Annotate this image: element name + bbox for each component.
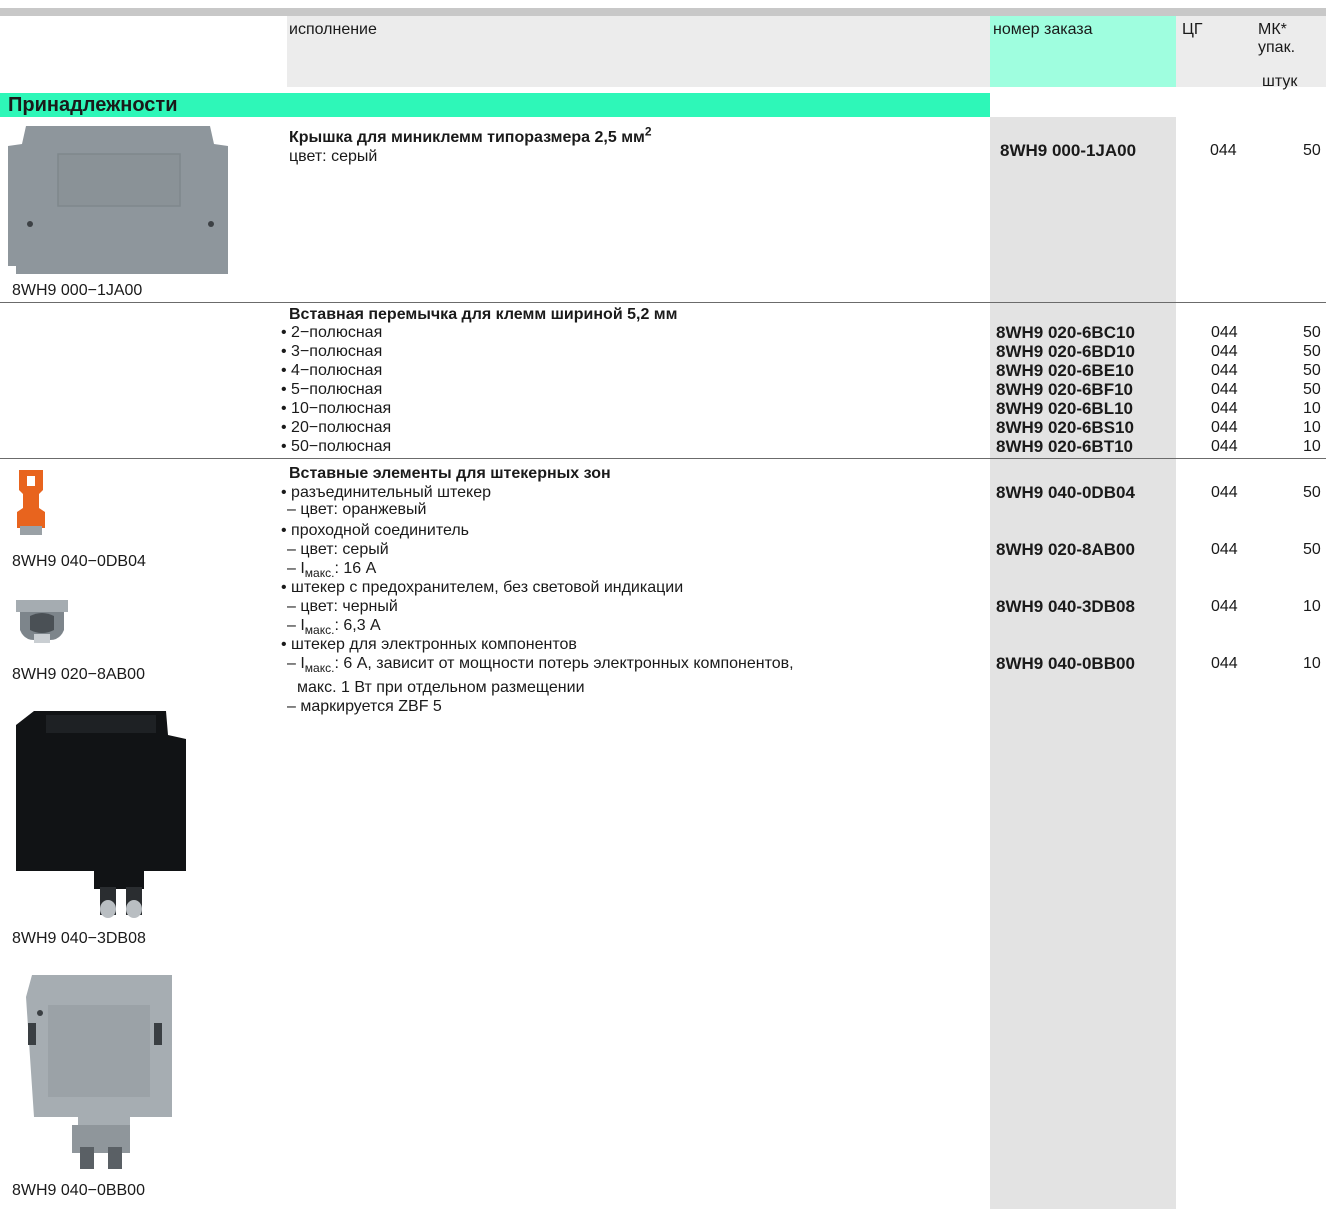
inserts-line-part: – I	[287, 655, 305, 672]
inserts-cg: 044	[1211, 598, 1238, 615]
jumper-row-label: • 4−полюсная	[281, 362, 383, 379]
inserts-cg: 044	[1211, 484, 1238, 501]
inserts-line: • проходной соединитель	[281, 522, 470, 539]
section-title: Принадлежности	[8, 94, 178, 116]
inserts-line-sub: макс.	[304, 661, 335, 676]
inserts-order-number: 8WH9 020-8AB00	[996, 540, 1135, 559]
jumper-order-number: 8WH9 020-6BS10	[996, 418, 1134, 437]
header-cg: ЦГ	[1182, 21, 1203, 38]
inserts-line: • разъединительный штекер	[281, 484, 492, 501]
disconnect-plug-image	[14, 468, 48, 536]
top-rule	[0, 8, 1326, 16]
inserts-order-number: 8WH9 040-3DB08	[996, 597, 1135, 616]
section-band: Принадлежности	[0, 93, 990, 117]
jumper-cg: 044	[1211, 324, 1238, 341]
header-mk-line2: упак.	[1258, 39, 1296, 56]
jumper-order-number: 8WH9 020-6BD10	[996, 342, 1135, 361]
row-separator	[0, 302, 1326, 303]
cover-image-caption: 8WH9 000−1JA00	[12, 282, 143, 299]
jumper-cg: 044	[1211, 381, 1238, 398]
through-connector-caption: 8WH9 020−8AB00	[12, 666, 145, 683]
jumper-mk: 50	[1303, 362, 1321, 379]
jumper-order-number: 8WH9 020-6BF10	[996, 380, 1134, 399]
jumper-cg: 044	[1211, 362, 1238, 379]
inserts-line-part: : 16 А	[334, 560, 377, 577]
inserts-line-part: : 6,3 А	[334, 617, 381, 634]
cover-order-number: 8WH9 000-1JA00	[1000, 141, 1137, 160]
cover-title-sup: 2	[644, 124, 652, 139]
row-separator	[0, 458, 1326, 459]
jumper-mk: 10	[1303, 438, 1321, 455]
inserts-cg: 044	[1211, 541, 1238, 558]
inserts-mk: 50	[1303, 541, 1321, 558]
inserts-line: • штекер для электронных компонентов	[281, 636, 577, 653]
inserts-line: – цвет: оранжевый	[287, 501, 427, 518]
cover-title: Крышка для миниклемм типоразмера 2,5 мм2	[289, 126, 652, 146]
inserts-mk: 10	[1303, 655, 1321, 672]
jumper-row-label: • 2−полюсная	[281, 324, 383, 341]
inserts-line: – Iмакс.: 16 А	[287, 560, 377, 579]
jumper-mk: 10	[1303, 400, 1321, 417]
inserts-line: макс. 1 Вт при отдельном размещении	[297, 679, 585, 696]
inserts-mk: 50	[1303, 484, 1321, 501]
inserts-line-part: – I	[287, 617, 305, 634]
cover-mk: 50	[1303, 142, 1321, 159]
inserts-line-part: : 6 А, зависит от мощности потерь электр…	[334, 655, 794, 672]
disconnect-plug-caption: 8WH9 040−0DB04	[12, 553, 146, 570]
inserts-line: • штекер с предохранителем, без световой…	[281, 579, 684, 596]
jumper-row-label: • 50−полюсная	[281, 438, 392, 455]
inserts-line: – цвет: черный	[287, 598, 398, 615]
jumper-mk: 10	[1303, 419, 1321, 436]
cover-cg: 044	[1210, 142, 1237, 159]
cover-product-image	[8, 126, 228, 274]
jumper-order-number: 8WH9 020-6BT10	[996, 437, 1134, 456]
inserts-line: – Iмакс.: 6,3 А	[287, 617, 381, 636]
inserts-mk: 10	[1303, 598, 1321, 615]
inserts-line: – цвет: серый	[287, 541, 389, 558]
header-description: исполнение	[289, 21, 377, 38]
jumper-row-label: • 10−полюсная	[281, 400, 392, 417]
inserts-line-part: – I	[287, 560, 305, 577]
jumper-mk: 50	[1303, 324, 1321, 341]
jumper-cg: 044	[1211, 438, 1238, 455]
jumper-row-label: • 3−полюсная	[281, 343, 383, 360]
cover-color: цвет: серый	[289, 148, 378, 165]
fuse-plug-caption: 8WH9 040−3DB08	[12, 930, 146, 947]
electronic-plug-image	[26, 975, 172, 1175]
header-mk-line1: МК*	[1258, 21, 1287, 38]
inserts-cg: 044	[1211, 655, 1238, 672]
electronic-plug-caption: 8WH9 040−0BB00	[12, 1182, 145, 1199]
header-unit: штук	[1262, 73, 1298, 90]
inserts-title: Вставные элементы для штекерных зон	[289, 465, 611, 482]
header-order-number: номер заказа	[993, 21, 1093, 38]
inserts-line: – Iмакс.: 6 А, зависит от мощности потер…	[287, 655, 794, 676]
through-connector-image	[16, 600, 68, 644]
jumper-cg: 044	[1211, 343, 1238, 360]
inserts-line: – маркируется ZBF 5	[287, 698, 442, 715]
jumper-title: Вставная перемычка для клемм шириной 5,2…	[289, 306, 678, 323]
jumper-mk: 50	[1303, 343, 1321, 360]
jumper-cg: 044	[1211, 400, 1238, 417]
jumper-order-number: 8WH9 020-6BE10	[996, 361, 1134, 380]
jumper-row-label: • 5−полюсная	[281, 381, 383, 398]
jumper-mk: 50	[1303, 381, 1321, 398]
jumper-cg: 044	[1211, 419, 1238, 436]
cover-title-text: Крышка для миниклемм типоразмера 2,5 мм	[289, 129, 645, 146]
fuse-plug-image	[16, 711, 186, 921]
jumper-row-label: • 20−полюсная	[281, 419, 392, 436]
jumper-order-number: 8WH9 020-6BC10	[996, 323, 1135, 342]
inserts-order-number: 8WH9 040-0BB00	[996, 654, 1135, 673]
inserts-order-number: 8WH9 040-0DB04	[996, 483, 1135, 502]
header-description-cell	[287, 16, 990, 87]
jumper-order-number: 8WH9 020-6BL10	[996, 399, 1134, 418]
